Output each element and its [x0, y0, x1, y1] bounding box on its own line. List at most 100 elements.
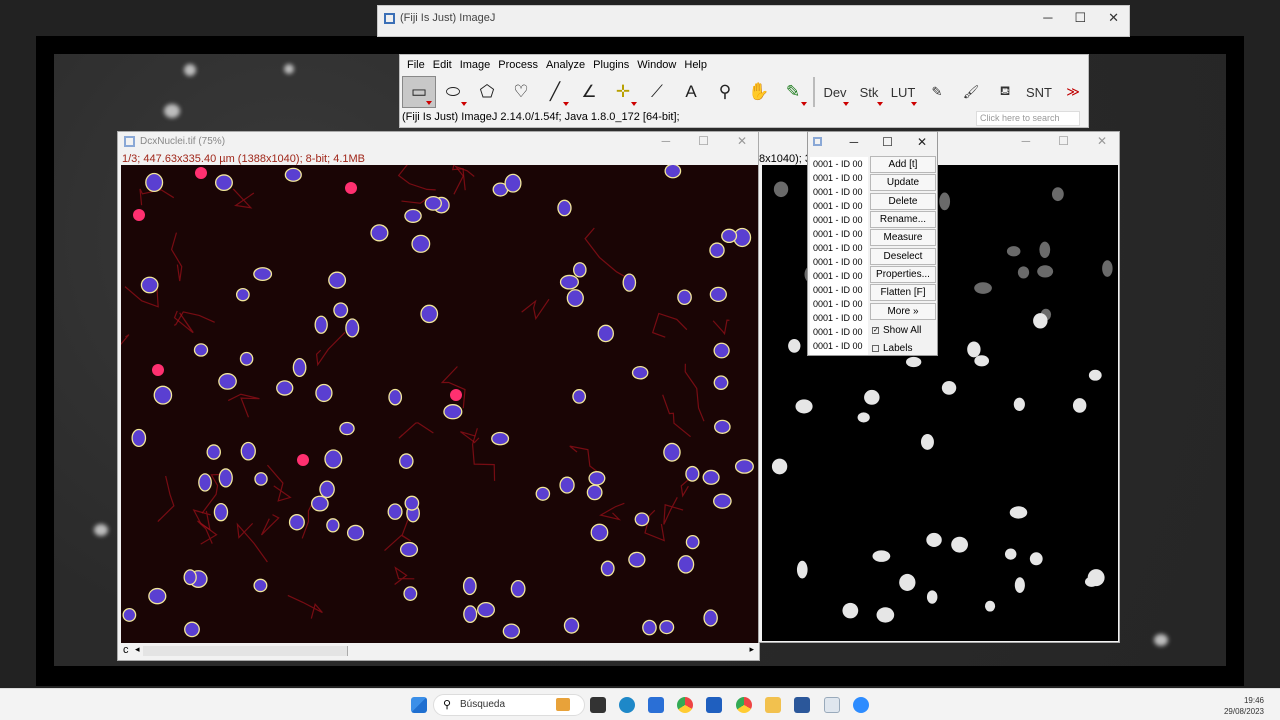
scroll-thumb[interactable]: [143, 646, 348, 656]
nucleus-roi[interactable]: [328, 271, 347, 289]
nucleus-roi[interactable]: [622, 273, 637, 292]
nucleus-roi[interactable]: [345, 318, 360, 338]
nucleus-roi[interactable]: [600, 560, 615, 577]
taskbar-search[interactable]: ⚲ Búsqueda: [433, 694, 585, 716]
magnifier-tool-icon[interactable]: ⚲: [708, 76, 742, 108]
menu-plugins[interactable]: Plugins: [589, 55, 633, 75]
dev-tool[interactable]: Dev: [818, 76, 852, 108]
nucleus-roi[interactable]: [315, 383, 333, 403]
nucleus-roi[interactable]: [326, 518, 340, 533]
menu-window[interactable]: Window: [633, 55, 680, 75]
nucleus-roi[interactable]: [634, 512, 650, 527]
nucleus-roi[interactable]: [664, 165, 682, 179]
nucleus-roi[interactable]: [314, 315, 328, 334]
maximize-icon[interactable]: ☐: [882, 135, 893, 149]
trello-icon[interactable]: [706, 697, 722, 713]
nucleus-roi[interactable]: [339, 421, 355, 436]
nucleus-roi[interactable]: [404, 208, 422, 223]
roi-list-item[interactable]: 0001 - ID 00: [810, 297, 868, 311]
nucleus-roi[interactable]: [311, 495, 329, 512]
roi-update-button[interactable]: Update: [870, 174, 936, 192]
nucleus-roi[interactable]: [477, 601, 495, 618]
scroll-right-icon[interactable]: ▸: [749, 644, 754, 655]
polygon-tool-icon[interactable]: ⬠: [470, 76, 504, 108]
nucleus-roi[interactable]: [713, 375, 729, 390]
nucleus-roi[interactable]: [709, 242, 725, 259]
freehand-tool-icon[interactable]: ♡: [504, 76, 538, 108]
nucleus-roi[interactable]: [462, 576, 477, 596]
nucleus-roi[interactable]: [346, 524, 365, 541]
menu-edit[interactable]: Edit: [429, 55, 456, 75]
color-picker-icon[interactable]: ✎: [776, 76, 810, 108]
nucleus-roi[interactable]: [721, 228, 738, 244]
nucleus-roi[interactable]: [399, 453, 414, 470]
nucleus-roi[interactable]: [642, 619, 657, 636]
show-all-checkbox[interactable]: ✓ Show All: [870, 321, 936, 339]
search-input[interactable]: Click here to search: [976, 111, 1080, 126]
minimize-icon[interactable]: ─: [850, 135, 859, 149]
task-view-icon[interactable]: [590, 697, 606, 713]
angle-tool-icon[interactable]: ∠: [572, 76, 606, 108]
maximize-icon[interactable]: ☐: [1058, 134, 1069, 148]
nucleus-roi[interactable]: [586, 484, 603, 501]
close-icon[interactable]: ✕: [917, 135, 927, 149]
nucleus-roi[interactable]: [319, 480, 335, 499]
roi-list-item[interactable]: 0001 - ID 00: [810, 241, 868, 255]
nucleus-roi[interactable]: [276, 380, 294, 396]
menu-help[interactable]: Help: [680, 55, 711, 75]
roi-list-item[interactable]: 0001 - ID 00: [810, 339, 868, 353]
nucleus-roi[interactable]: [288, 514, 305, 531]
scroll-left-icon[interactable]: ◂: [135, 644, 140, 655]
roi-list-item[interactable]: 0001 - ID 00: [810, 283, 868, 297]
nucleus-roi[interactable]: [284, 167, 302, 182]
nucleus-roi[interactable]: [403, 586, 418, 601]
pencil-tool-icon[interactable]: ✎: [920, 76, 954, 108]
nucleus-roi[interactable]: [131, 428, 147, 448]
roi-deselect-button[interactable]: Deselect: [870, 247, 936, 265]
nucleus-roi[interactable]: [685, 465, 700, 482]
nucleus-roi[interactable]: [713, 493, 732, 509]
snt-tool[interactable]: SNT: [1022, 76, 1056, 108]
nucleus-roi[interactable]: [213, 502, 229, 522]
nucleus-roi[interactable]: [399, 541, 419, 557]
minimize-icon[interactable]: ─: [662, 134, 671, 148]
channel-scrollbar[interactable]: c ◂ ▸: [121, 644, 758, 658]
nucleus-roi[interactable]: [420, 304, 439, 324]
labels-checkbox[interactable]: Labels: [870, 339, 936, 357]
roi-list-item[interactable]: 0001 - ID 00: [810, 157, 868, 171]
nucleus-roi[interactable]: [663, 442, 681, 462]
nucleus-roi[interactable]: [145, 172, 164, 193]
nucleus-roi[interactable]: [240, 441, 256, 461]
chrome-profile-icon[interactable]: [736, 697, 752, 713]
roi-list-item[interactable]: 0001 - ID 00: [810, 255, 868, 269]
line-tool-icon[interactable]: ╱: [538, 76, 572, 108]
nucleus-roi[interactable]: [253, 267, 273, 282]
nucleus-roi[interactable]: [218, 373, 237, 390]
nucleus-roi[interactable]: [628, 551, 646, 568]
nucleus-roi[interactable]: [590, 523, 609, 542]
roi-list-item[interactable]: 0001 - ID 00: [810, 199, 868, 213]
nucleus-roi[interactable]: [714, 419, 731, 434]
clock[interactable]: 19:46 29/08/2023: [1224, 695, 1264, 717]
brush-tool-icon[interactable]: 🖌: [954, 76, 988, 108]
maximize-icon[interactable]: ☐: [698, 134, 709, 148]
nucleus-roi[interactable]: [443, 404, 463, 420]
roi-delete-button[interactable]: Delete: [870, 192, 936, 210]
imagej-title-window[interactable]: (Fiji Is Just) ImageJ ─ ☐ ✕: [377, 5, 1130, 37]
roi-list-item[interactable]: 0001 - ID 00: [810, 213, 868, 227]
nucleus-roi[interactable]: [535, 486, 551, 501]
image-canvas[interactable]: [121, 165, 758, 643]
nucleus-roi[interactable]: [387, 503, 403, 520]
nucleus-roi[interactable]: [659, 620, 675, 635]
windows-start-icon[interactable]: [411, 697, 427, 713]
nucleus-roi[interactable]: [184, 621, 200, 638]
text-tool-icon[interactable]: A: [674, 76, 708, 108]
nucleus-roi[interactable]: [214, 174, 233, 192]
roi-measure-button[interactable]: Measure: [870, 229, 936, 247]
file-explorer-icon[interactable]: [765, 697, 781, 713]
roi-list-item[interactable]: 0001 - ID 00: [810, 325, 868, 339]
nucleus-roi[interactable]: [566, 289, 584, 308]
nucleus-roi[interactable]: [193, 343, 209, 357]
roi-list[interactable]: 0001 - ID 00 0001 - ID 00 0001 - ID 00 0001…: [810, 157, 868, 355]
nucleus-roi[interactable]: [388, 388, 403, 406]
